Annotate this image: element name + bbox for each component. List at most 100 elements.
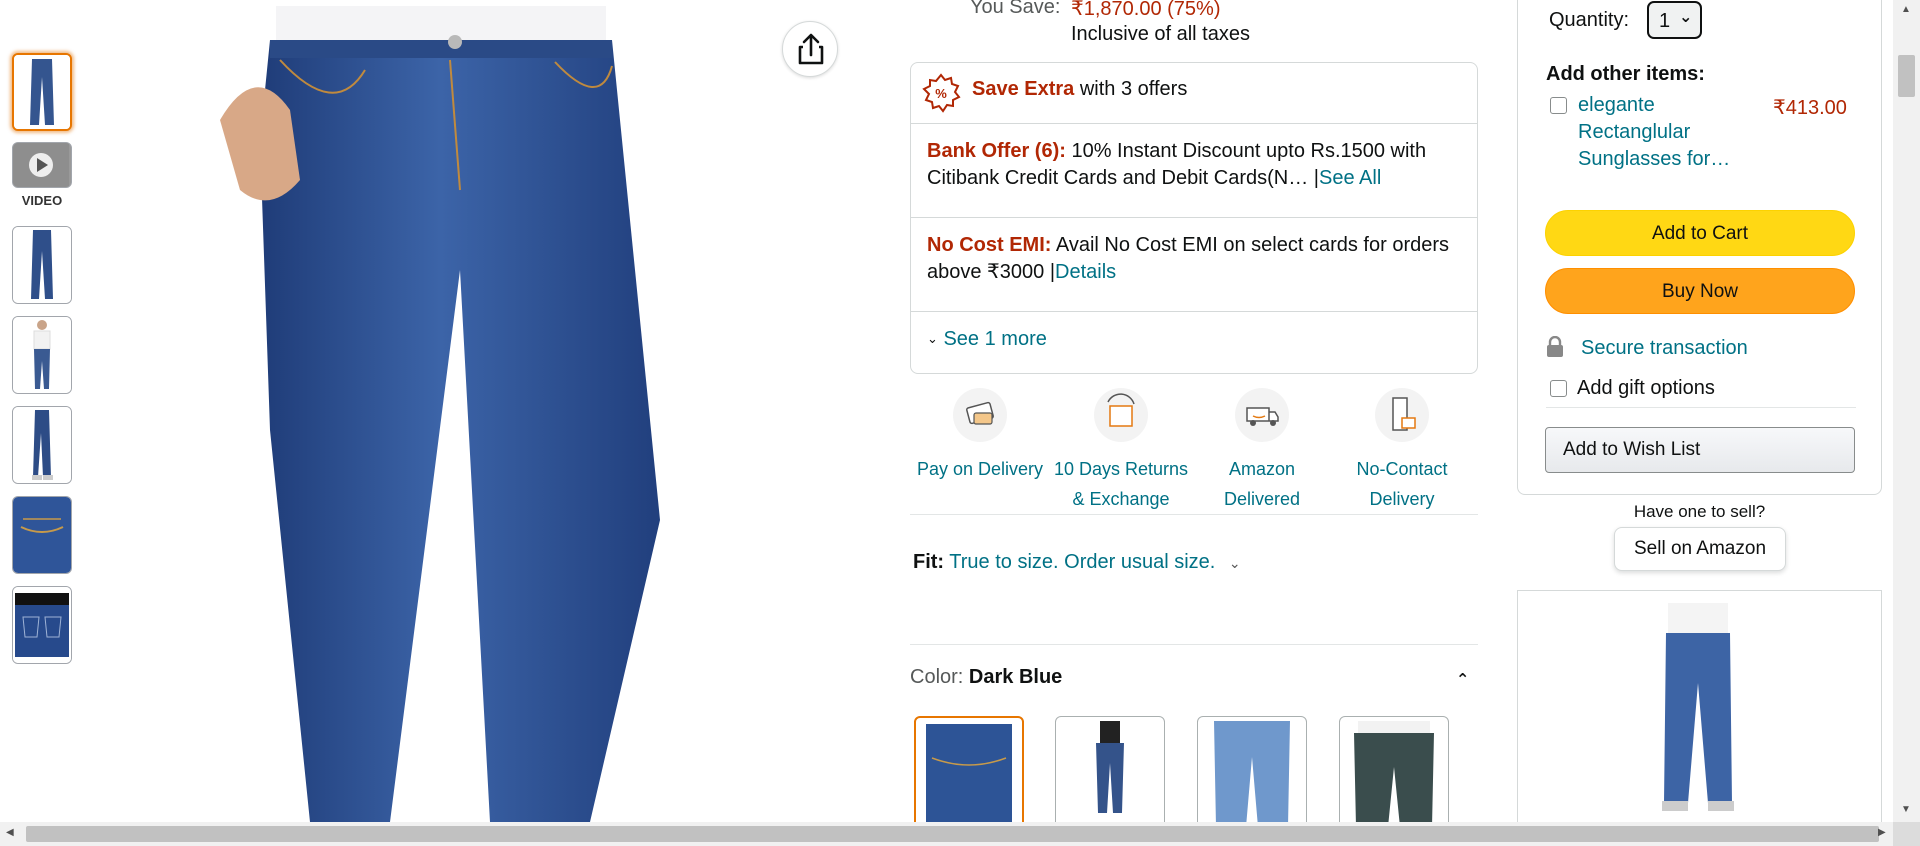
have-one-to-sell: Have one to sell? <box>1633 502 1766 521</box>
bank-offer-see-all-link[interactable]: See All <box>1319 167 1381 189</box>
feature-label: No-Contact <box>1356 459 1448 479</box>
swatch-image <box>1096 721 1124 813</box>
color-swatch-4[interactable] <box>1339 716 1449 828</box>
swatch-image <box>1354 721 1434 827</box>
gift-options-checkbox[interactable] <box>1550 380 1567 397</box>
amazon-delivered-icon <box>1235 388 1289 442</box>
jeans-thumbnail-image <box>13 227 71 303</box>
thumbnail-4[interactable] <box>12 406 72 484</box>
see-more[interactable]: ⌄ See 1 more <box>927 328 1047 351</box>
sponsored-jeans-image <box>1662 603 1734 811</box>
returns-icon <box>1094 388 1148 442</box>
jeans-side-thumbnail-image <box>13 407 71 483</box>
emi-offer-text: No Cost EMI: Avail No Cost EMI on select… <box>927 234 1450 283</box>
horizontal-scrollbar[interactable]: ◀ ▶ <box>0 822 1920 846</box>
chevron-down-icon: ⌄ <box>1679 9 1693 26</box>
feature-label: 10 Days Returns <box>1053 459 1189 479</box>
feature-label: Pay on Delivery <box>916 459 1044 479</box>
buy-now-button[interactable]: Buy Now <box>1545 268 1855 314</box>
color-value: Dark Blue <box>968 666 1063 688</box>
divider <box>910 644 1478 645</box>
feature-returns[interactable]: 10 Days Returns & Exchange <box>1046 454 1196 514</box>
offers-header-rest: with 3 offers <box>1074 78 1188 100</box>
thumbnail-6[interactable] <box>12 586 72 664</box>
bank-offer-title: Bank Offer (6): <box>927 140 1066 162</box>
feature-label: Delivery <box>1369 489 1435 509</box>
secure-transaction-link[interactable]: Secure transaction <box>1581 337 1748 360</box>
jeans-main-image <box>220 6 660 822</box>
you-save-label: You Save: <box>970 0 1061 18</box>
sell-on-amazon-button[interactable]: Sell on Amazon <box>1614 527 1786 571</box>
addon-price: ₹413.00 <box>1773 97 1847 119</box>
jeans-thumbnail-image <box>14 55 70 129</box>
emi-details-link[interactable]: Details <box>1055 261 1116 283</box>
addon-line: Rectanglular <box>1578 121 1691 143</box>
share-icon <box>798 33 824 65</box>
scroll-left-arrow-icon[interactable]: ◀ <box>6 827 14 838</box>
add-to-cart-button[interactable]: Add to Cart <box>1545 210 1855 256</box>
chevron-down-icon: ⌄ <box>927 331 938 346</box>
video-thumbnail[interactable] <box>12 142 72 188</box>
scrollbar-corner <box>1893 822 1920 846</box>
quantity-select[interactable]: 1 ⌄ <box>1647 1 1702 39</box>
fit-label: Fit: <box>913 551 945 573</box>
see-more-row[interactable]: ⌄ See 1 more <box>911 311 1477 374</box>
vertical-scrollbar[interactable]: ▲ ▼ <box>1893 0 1920 822</box>
taxes-note: Inclusive of all taxes <box>1071 23 1250 45</box>
gift-options-label[interactable]: Add gift options <box>1577 377 1715 400</box>
chevron-down-icon: ⌄ <box>1228 555 1241 571</box>
add-to-wish-list-button[interactable]: Add to Wish List <box>1545 427 1855 473</box>
addon-line: elegante <box>1578 94 1655 116</box>
addon-checkbox[interactable] <box>1550 97 1567 114</box>
addon-item-link[interactable]: elegante Rectanglular Sunglasses for… <box>1578 92 1730 173</box>
you-save-value: ₹1,870.00 (75%) <box>1071 0 1221 20</box>
play-icon <box>13 143 69 187</box>
divider <box>910 514 1478 515</box>
vertical-scroll-thumb[interactable] <box>1898 55 1915 97</box>
chevron-up-icon[interactable]: ⌄ <box>1456 668 1469 688</box>
sponsored-product-card[interactable] <box>1517 590 1882 830</box>
scroll-right-arrow-icon[interactable]: ▶ <box>1878 827 1886 838</box>
thumbnail-1[interactable] <box>12 53 72 131</box>
fit-value[interactable]: True to size. Order usual size. <box>949 551 1215 573</box>
bank-offer-row: Bank Offer (6): 10% Instant Discount upt… <box>911 123 1477 217</box>
pocket-closeup-thumbnail-image <box>13 497 71 573</box>
horizontal-scroll-thumb[interactable] <box>26 826 1879 842</box>
feature-label: Delivered <box>1223 489 1301 509</box>
lock-icon <box>1547 336 1563 357</box>
see-more-link[interactable]: See 1 more <box>943 328 1046 350</box>
feature-amazon-delivered[interactable]: Amazon Delivered <box>1187 454 1337 514</box>
offers-box: % Save Extra with 3 offers Bank Offer (6… <box>910 62 1478 374</box>
feature-label: & Exchange <box>1072 489 1170 509</box>
offers-header: Save Extra with 3 offers <box>972 78 1187 101</box>
add-other-items-label: Add other items: <box>1546 63 1705 85</box>
bank-offer-text: Bank Offer (6): 10% Instant Discount upt… <box>927 140 1427 189</box>
feature-no-contact-delivery[interactable]: No-Contact Delivery <box>1327 454 1477 514</box>
thumbnail-5[interactable] <box>12 496 72 574</box>
main-product-image[interactable] <box>160 0 760 822</box>
color-swatch-2[interactable] <box>1055 716 1165 828</box>
scroll-down-arrow-icon[interactable]: ▼ <box>1901 804 1911 815</box>
quantity-label: Quantity: <box>1549 9 1630 31</box>
thumbnail-2[interactable] <box>12 226 72 304</box>
color-swatch-3[interactable] <box>1197 716 1307 828</box>
addon-line: Sunglasses for… <box>1578 148 1731 170</box>
color-row: Color: Dark Blue <box>910 666 1062 689</box>
offers-header-bold: Save Extra <box>972 78 1075 100</box>
swatch-image <box>926 724 1012 822</box>
swatch-image <box>1214 721 1290 827</box>
scroll-up-arrow-icon[interactable]: ▲ <box>1901 4 1911 15</box>
thumbnail-3[interactable] <box>12 316 72 394</box>
divider <box>1546 407 1856 408</box>
quantity-value: 1 <box>1659 10 1671 32</box>
fit-row[interactable]: Fit: True to size. Order usual size. ⌄ <box>913 551 1241 574</box>
back-pocket-thumbnail-image <box>13 587 71 663</box>
share-button[interactable] <box>782 21 838 77</box>
pay-on-delivery-icon <box>953 388 1007 442</box>
offer-badge-icon: % <box>922 73 961 113</box>
model-thumbnail-image <box>13 317 71 393</box>
emi-offer-row: No Cost EMI: Avail No Cost EMI on select… <box>911 217 1477 311</box>
feature-pay-on-delivery[interactable]: Pay on Delivery <box>905 454 1055 484</box>
feature-label: Amazon <box>1228 459 1296 479</box>
color-swatch-dark-blue[interactable] <box>914 716 1024 828</box>
